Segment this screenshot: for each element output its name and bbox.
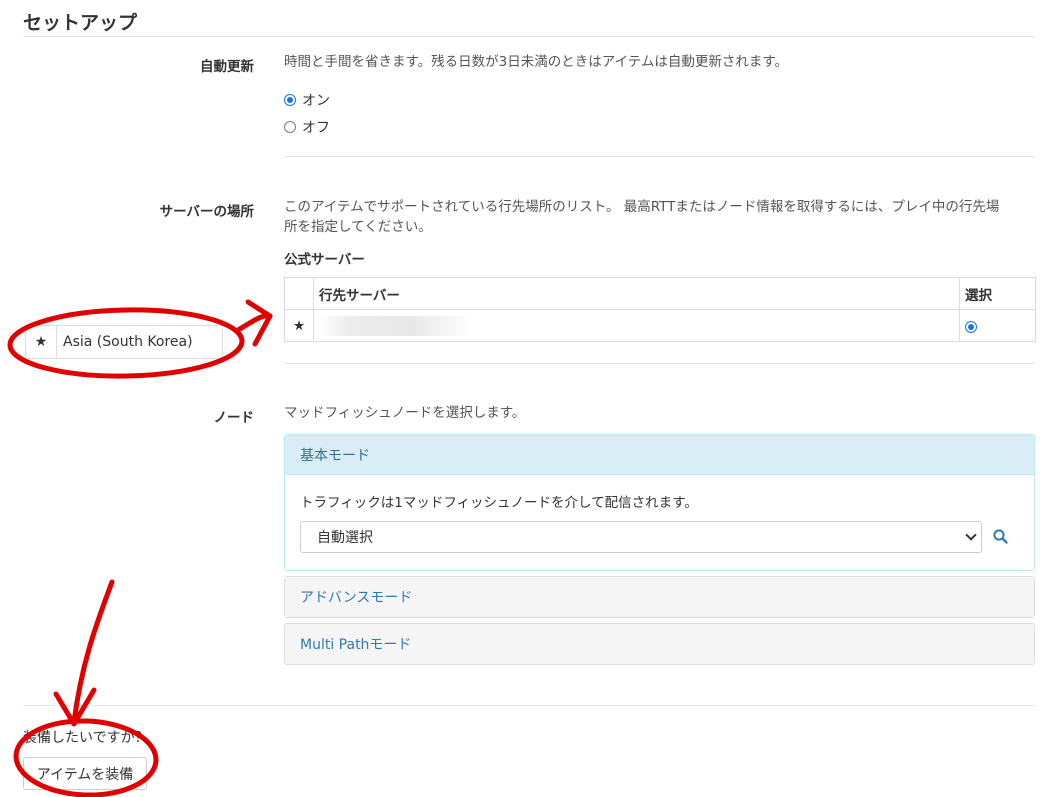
basic-mode-text: トラフィックは1マッドフィッシュノードを介して配信されます。 bbox=[300, 495, 698, 511]
node-divider bbox=[23, 705, 1035, 706]
radio-on-label: オン bbox=[302, 93, 330, 109]
server-table: 行先サーバー 選択 ★ bbox=[284, 277, 1036, 342]
node-select[interactable]: 自動選択 bbox=[300, 521, 982, 553]
basic-mode-panel: 基本モード トラフィックは1マッドフィッシュノードを介して配信されます。 自動選… bbox=[284, 434, 1035, 571]
node-description: マッドフィッシュノードを選択します。 bbox=[284, 405, 526, 421]
annotation-overlay bbox=[7, 299, 273, 797]
auto-update-divider bbox=[284, 156, 1035, 157]
auto-update-on-option[interactable]: オン bbox=[284, 90, 330, 110]
col-header-destination: 行先サーバー bbox=[313, 277, 960, 310]
multipath-mode-header[interactable]: Multi Pathモード bbox=[285, 624, 1034, 664]
callout-server-name: Asia (South Korea) bbox=[63, 334, 193, 350]
node-label: ノード bbox=[213, 410, 255, 426]
radio-off[interactable] bbox=[284, 121, 296, 133]
red-arrow-shaft bbox=[235, 313, 273, 333]
red-arrow-down-head bbox=[53, 687, 97, 727]
auto-update-description: 時間と手間を省きます。残る日数が3日未満のときはアイテムは自動更新されます。 bbox=[284, 54, 789, 70]
table-row[interactable]: ★ bbox=[284, 309, 1036, 342]
basic-mode-title: 基本モード bbox=[300, 447, 370, 464]
search-icon[interactable] bbox=[992, 528, 1010, 546]
server-location-divider bbox=[284, 363, 1035, 364]
page-title: セットアップ bbox=[23, 12, 138, 34]
basic-mode-header[interactable]: 基本モード bbox=[285, 435, 1034, 475]
col-header-select: 選択 bbox=[959, 277, 1036, 310]
server-select-radio[interactable] bbox=[965, 320, 977, 333]
callout-star-icon: ★ bbox=[26, 326, 57, 358]
equip-question: 装備したいですか？ bbox=[23, 730, 149, 746]
auto-update-label: 自動更新 bbox=[200, 59, 254, 75]
server-callout: ★ Asia (South Korea) bbox=[25, 325, 223, 359]
equip-item-button[interactable]: アイテムを装備 bbox=[23, 757, 147, 790]
advanced-mode-title: アドバンスモード bbox=[300, 590, 413, 606]
title-divider bbox=[23, 36, 1035, 37]
advanced-mode-header[interactable]: アドバンスモード bbox=[285, 577, 1034, 617]
destination-server-cell bbox=[313, 309, 960, 342]
advanced-mode-panel[interactable]: アドバンスモード bbox=[284, 576, 1035, 618]
chevron-down-icon bbox=[965, 529, 977, 541]
redacted-server-name bbox=[319, 315, 474, 336]
node-select-value: 自動選択 bbox=[317, 530, 373, 546]
multipath-mode-title: Multi Pathモード bbox=[300, 637, 412, 653]
server-location-label: サーバーの場所 bbox=[159, 204, 254, 220]
server-location-description-2: 所を指定してください。 bbox=[284, 219, 432, 235]
red-arrow-down-shaft bbox=[71, 579, 115, 725]
red-arrow-head bbox=[245, 299, 273, 347]
server-location-description-1: このアイテムでサポートされている行先場所のリスト。 最高RTTまたはノード情報を… bbox=[284, 199, 1000, 215]
radio-off-label: オフ bbox=[302, 120, 330, 136]
col-header-star bbox=[284, 277, 314, 310]
basic-mode-body: トラフィックは1マッドフィッシュノードを介して配信されます。 自動選択 bbox=[285, 475, 1034, 570]
select-cell[interactable] bbox=[959, 309, 1036, 342]
multipath-mode-panel[interactable]: Multi Pathモード bbox=[284, 623, 1035, 665]
official-servers-heading: 公式サーバー bbox=[284, 252, 365, 268]
auto-update-off-option[interactable]: オフ bbox=[284, 117, 330, 137]
star-icon: ★ bbox=[284, 309, 314, 342]
radio-on[interactable] bbox=[284, 94, 296, 106]
